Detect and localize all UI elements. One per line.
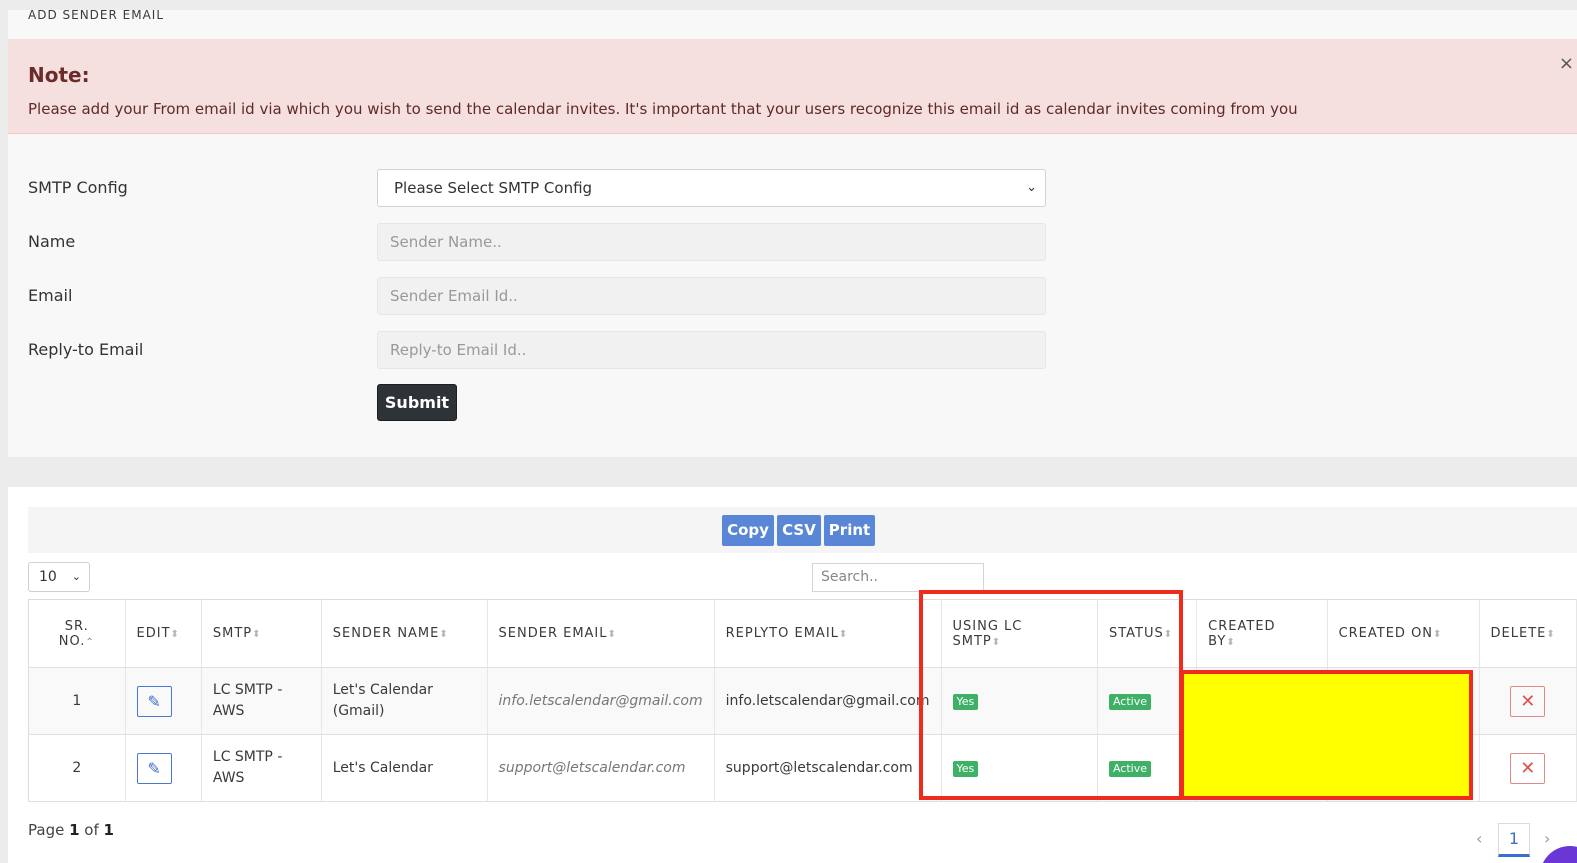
email-label: Email xyxy=(28,286,73,305)
cell-sender-email: support@letscalendar.com xyxy=(487,734,715,802)
csv-button[interactable]: CSV xyxy=(777,515,821,546)
export-toolbar: Copy CSV Print xyxy=(28,507,1577,553)
col-created-on[interactable]: CREATED ON⬍ xyxy=(1327,599,1480,668)
pagination-info: Page 1 of 1 xyxy=(28,821,114,839)
alert-message: Please add your From email id via which … xyxy=(28,100,1298,118)
chevron-right-icon[interactable]: › xyxy=(1544,829,1550,848)
sort-icon: ⬍ xyxy=(1433,629,1443,640)
cell-sr-no: 1 xyxy=(28,667,126,735)
cell-smtp: LC SMTP - AWS xyxy=(201,667,322,735)
cell-delete: ✕ xyxy=(1479,667,1577,735)
reply-to-label: Reply-to Email xyxy=(28,340,144,359)
sort-icon: ⬍ xyxy=(170,629,180,640)
sort-icon: ⬍ xyxy=(1226,636,1236,648)
sort-icon: ⬍ xyxy=(607,629,617,640)
cell-sender-email: info.letscalendar@gmail.com xyxy=(487,667,715,735)
cell-sender-name: Let's Calendar xyxy=(321,734,488,802)
col-sender-name[interactable]: SENDER NAME⬍ xyxy=(321,599,488,668)
edit-pencil-icon[interactable]: ✎ xyxy=(136,685,172,717)
sort-icon: ⬍ xyxy=(252,629,262,640)
sender-name-input[interactable]: Sender Name.. xyxy=(377,223,1046,261)
chevron-down-icon: ⌄ xyxy=(71,570,81,583)
cell-replyto-email: info.letscalendar@gmail.com xyxy=(714,667,942,735)
col-smtp[interactable]: SMTP⬍ xyxy=(201,599,322,668)
cell-delete: ✕ xyxy=(1479,734,1577,802)
smtp-config-select[interactable]: Please Select SMTP Config ⌄ xyxy=(377,169,1046,207)
copy-button[interactable]: Copy xyxy=(722,515,774,546)
cell-edit: ✎ xyxy=(125,734,202,802)
search-input[interactable]: Search.. xyxy=(812,563,984,592)
note-alert: Note: Please add your From email id via … xyxy=(8,39,1577,134)
sender-email-input[interactable]: Sender Email Id.. xyxy=(377,277,1046,315)
alert-heading: Note: xyxy=(28,63,90,87)
sort-icon: ⬍ xyxy=(838,629,849,640)
reply-to-email-input[interactable]: Reply-to Email Id.. xyxy=(377,331,1046,369)
table-header-row: SR. NO.⌃ EDIT⬍ SMTP⬍ SENDER NAME⬍ SENDER … xyxy=(28,599,1577,668)
cell-edit: ✎ xyxy=(125,667,202,735)
page-length-value: 10 xyxy=(39,569,57,585)
col-sender-email[interactable]: SENDER EMAIL⬍ xyxy=(487,599,715,668)
name-label: Name xyxy=(28,232,76,251)
col-replyto-email[interactable]: REPLYTO EMAIL⬍ xyxy=(714,599,942,668)
col-delete[interactable]: DELETE⬍ xyxy=(1479,599,1577,668)
edit-pencil-icon[interactable]: ✎ xyxy=(136,752,172,784)
page-length-select[interactable]: 10 ⌄ xyxy=(28,562,90,592)
delete-x-icon[interactable]: ✕ xyxy=(1510,752,1546,784)
cell-smtp: LC SMTP - AWS xyxy=(201,734,322,802)
chevron-left-icon[interactable]: ‹ xyxy=(1476,829,1482,848)
col-sr-no[interactable]: SR. NO.⌃ xyxy=(28,599,126,668)
sort-icon: ⬍ xyxy=(1546,629,1556,640)
col-edit[interactable]: EDIT⬍ xyxy=(125,599,202,668)
smtp-config-value: Please Select SMTP Config xyxy=(394,179,593,197)
sort-asc-icon: ⌃ xyxy=(85,636,95,648)
col-created-by[interactable]: CREATED BY⬍ xyxy=(1196,599,1328,668)
page-button[interactable]: 1 xyxy=(1498,823,1530,857)
card-title: ADD SENDER EMAIL xyxy=(28,8,165,22)
print-button[interactable]: Print xyxy=(824,515,875,546)
cell-sr-no: 2 xyxy=(28,734,126,802)
close-icon[interactable]: × xyxy=(1559,53,1574,74)
add-sender-card: ADD SENDER EMAIL Note: Please add your F… xyxy=(8,8,1577,457)
submit-button[interactable]: Submit xyxy=(377,384,457,421)
cell-sender-name: Let's Calendar (Gmail) xyxy=(321,667,488,735)
smtp-config-label: SMTP Config xyxy=(28,178,128,197)
red-highlight-box xyxy=(919,590,1183,800)
sort-icon: ⬍ xyxy=(439,629,449,640)
chevron-down-icon: ⌄ xyxy=(1026,180,1037,195)
delete-x-icon[interactable]: ✕ xyxy=(1510,685,1546,717)
cell-replyto-email: support@letscalendar.com xyxy=(714,734,942,802)
yellow-redaction-box xyxy=(1180,670,1473,800)
